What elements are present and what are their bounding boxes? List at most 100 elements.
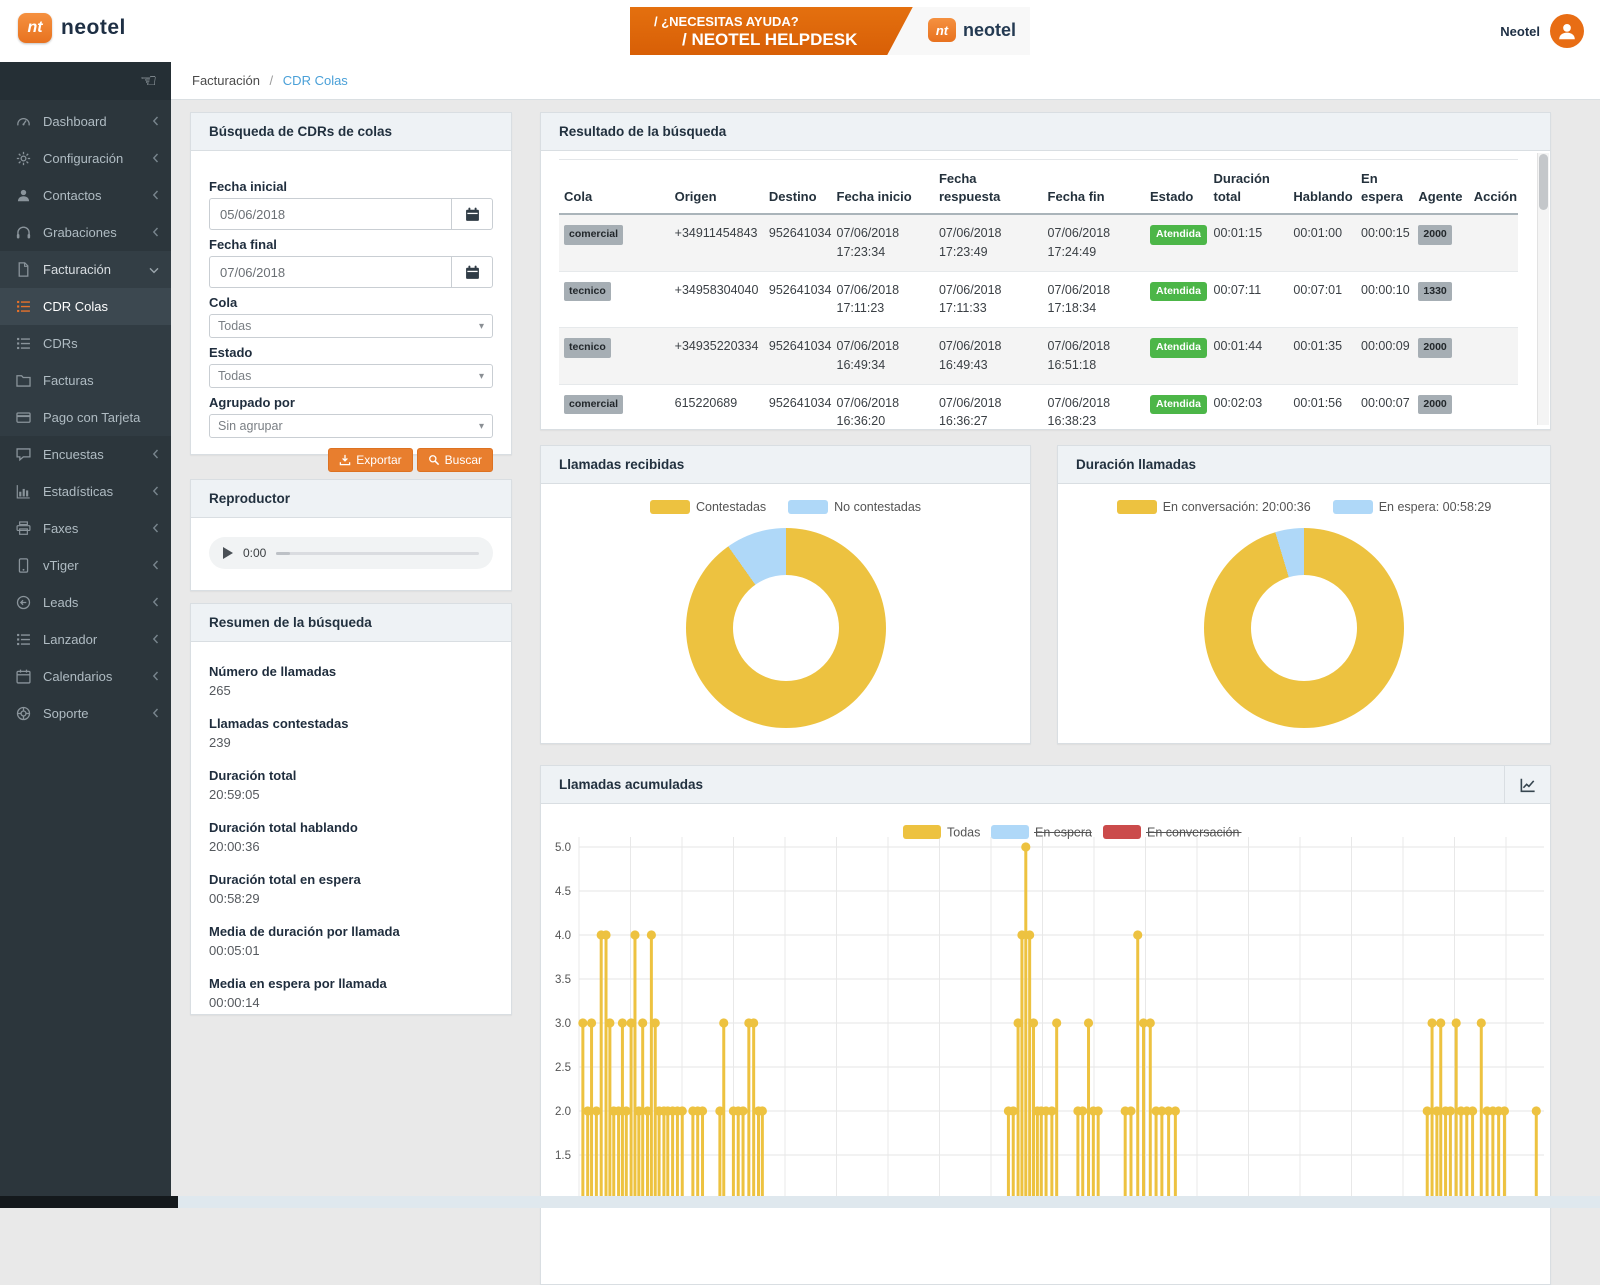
card-icon	[16, 411, 32, 425]
sidebar-toggle[interactable]: ☜	[0, 62, 171, 100]
sidebar-item-leads[interactable]: Leads	[0, 584, 171, 621]
sidebar-item-lanzador[interactable]: Lanzador	[0, 621, 171, 658]
cell-estado: Atendida	[1145, 214, 1209, 271]
fecha-final-calendar-button[interactable]	[451, 256, 493, 288]
column-header: Estado	[1145, 160, 1209, 214]
legend-swatch	[1117, 500, 1157, 514]
summary-item-value: 20:59:05	[209, 787, 493, 802]
results-table: ColaOrigenDestinoFecha inicioFecha respu…	[559, 160, 1518, 430]
fecha-inicial-input[interactable]	[209, 198, 451, 230]
summary-item-value: 00:00:14	[209, 995, 493, 1010]
bars-icon	[16, 485, 32, 499]
agrupado-select[interactable]: Sin agrupar ▾	[209, 414, 493, 438]
cell-cola: tecnico	[559, 328, 670, 385]
legend-label: En espera: 00:58:29	[1379, 500, 1492, 514]
page-horizontal-scrollbar[interactable]	[0, 1196, 1600, 1208]
table-row[interactable]: comercial61522068995264103407/06/201816:…	[559, 384, 1518, 430]
fecha-inicial-calendar-button[interactable]	[451, 198, 493, 230]
audio-progress[interactable]	[276, 552, 479, 555]
sidebar-item-grabaciones[interactable]: Grabaciones	[0, 214, 171, 251]
caret-down-icon: ▾	[479, 321, 484, 332]
fecha-final-input[interactable]	[209, 256, 451, 288]
chat-icon	[16, 448, 32, 462]
summary-item-value: 265	[209, 683, 493, 698]
summary-item-value: 00:58:29	[209, 891, 493, 906]
printer-icon	[16, 522, 32, 536]
cell-agente: 2000	[1413, 384, 1468, 430]
logo-wordmark: neotel	[61, 16, 126, 40]
cell-espera: 00:00:07	[1356, 384, 1413, 430]
list-icon	[16, 300, 32, 314]
sidebar-item-faxes[interactable]: Faxes	[0, 510, 171, 547]
chevron-left-icon	[152, 669, 159, 684]
buscar-label: Buscar	[445, 453, 482, 467]
sidebar-item-pago-con-tarjeta[interactable]: Pago con Tarjeta	[0, 399, 171, 436]
breadcrumb: Facturación / CDR Colas	[171, 62, 1600, 100]
table-row[interactable]: tecnico+3493522033495264103407/06/201816…	[559, 328, 1518, 385]
breadcrumb-current[interactable]: CDR Colas	[283, 73, 348, 88]
user-name: Neotel	[1500, 24, 1540, 39]
cell-respuesta: 07/06/201816:36:27	[934, 384, 1043, 430]
sidebar-item-calendarios[interactable]: Calendarios	[0, 658, 171, 695]
cell-agente: 1330	[1413, 271, 1468, 328]
cola-select[interactable]: Todas ▾	[209, 314, 493, 338]
cell-respuesta: 07/06/201816:49:43	[934, 328, 1043, 385]
legend-item[interactable]: Contestadas	[650, 500, 766, 514]
cell-espera: 00:00:15	[1356, 214, 1413, 271]
avatar[interactable]	[1550, 14, 1584, 48]
sidebar-item-cdrs[interactable]: CDRs	[0, 325, 171, 362]
app-logo[interactable]: nt neotel	[18, 13, 126, 43]
badge-agente: 2000	[1418, 338, 1451, 358]
sidebar-item-vtiger[interactable]: vTiger	[0, 547, 171, 584]
chart-options-button[interactable]	[1504, 766, 1550, 804]
page-horizontal-scrollbar-thumb[interactable]	[0, 1196, 178, 1208]
chevron-left-icon	[152, 151, 159, 166]
play-icon[interactable]	[223, 547, 233, 559]
column-header: Origen	[670, 160, 764, 214]
breadcrumb-parent[interactable]: Facturación	[192, 73, 260, 88]
audio-player[interactable]: 0:00	[209, 537, 493, 569]
sidebar-item-contactos[interactable]: Contactos	[0, 177, 171, 214]
table-row[interactable]: comercial+3491145484395264103407/06/2018…	[559, 214, 1518, 271]
sidebar-item-soporte[interactable]: Soporte	[0, 695, 171, 732]
calendar-icon	[465, 265, 480, 280]
logo-nt-icon: nt	[18, 13, 52, 43]
helpdesk-banner[interactable]: / ¿NECESITAS AYUDA? / NEOTEL HELPDESK nt…	[630, 7, 1030, 55]
legend-item[interactable]: En espera: 00:58:29	[1333, 500, 1492, 514]
sidebar-item-cdr-colas[interactable]: CDR Colas	[0, 288, 171, 325]
column-header: Fecha fin	[1043, 160, 1145, 214]
svg-text:3.5: 3.5	[555, 974, 571, 986]
cell-cola: comercial	[559, 384, 670, 430]
exportar-button[interactable]: Exportar	[328, 448, 412, 472]
legend-item[interactable]: En conversación: 20:00:36	[1117, 500, 1311, 514]
sidebar-item-facturaci-n[interactable]: Facturación	[0, 251, 171, 288]
sidebar-item-facturas[interactable]: Facturas	[0, 362, 171, 399]
tablet-icon	[16, 559, 32, 573]
cell-fin: 07/06/201817:18:34	[1043, 271, 1145, 328]
headphones-icon	[16, 226, 32, 240]
sidebar-item-estad-sticas[interactable]: Estadísticas	[0, 473, 171, 510]
sidebar-item-dashboard[interactable]: Dashboard	[0, 103, 171, 140]
cell-agente: 2000	[1413, 214, 1468, 271]
cell-accion	[1469, 214, 1518, 271]
estado-select[interactable]: Todas ▾	[209, 364, 493, 388]
results-scrollbar[interactable]	[1537, 153, 1549, 425]
summary-item: Duración total en espera00:58:29	[209, 872, 493, 906]
results-scrollbar-thumb[interactable]	[1539, 154, 1548, 210]
table-row[interactable]: tecnico+3495830404095264103407/06/201817…	[559, 271, 1518, 328]
chevron-down-icon	[149, 262, 159, 277]
results-panel: Resultado de la búsqueda ColaOrigenDesti…	[540, 112, 1551, 430]
sidebar-item-encuestas[interactable]: Encuestas	[0, 436, 171, 473]
user-menu[interactable]: Neotel	[1500, 14, 1584, 48]
cell-destino: 952641034	[764, 214, 832, 271]
legend-item[interactable]: No contestadas	[788, 500, 921, 514]
sidebar-item-configuraci-n[interactable]: Configuración	[0, 140, 171, 177]
column-header: Cola	[559, 160, 670, 214]
estado-label: Estado	[209, 345, 493, 360]
status-badge: Atendida	[1150, 338, 1207, 358]
column-header: Agente	[1413, 160, 1468, 214]
buscar-button[interactable]: Buscar	[417, 448, 493, 472]
helpdesk-line2: / NEOTEL HELPDESK	[682, 30, 857, 50]
player-panel-title: Reproductor	[191, 480, 511, 518]
arrow-circle-icon	[16, 596, 32, 610]
